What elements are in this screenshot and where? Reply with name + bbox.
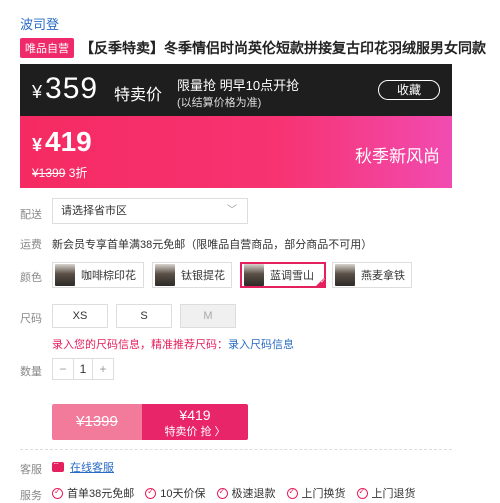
divider bbox=[20, 449, 452, 450]
selected-check-icon bbox=[314, 276, 326, 288]
quantity-plus-button[interactable]: + bbox=[93, 359, 113, 379]
online-service-link[interactable]: 在线客服 bbox=[70, 459, 114, 475]
current-price-banner: ¥419 ¥1399 3折 秋季新风尚 bbox=[20, 116, 452, 188]
service-item: 10天价保 bbox=[145, 485, 206, 501]
check-circle-icon bbox=[286, 487, 298, 499]
service-item: 极速退款 bbox=[216, 485, 276, 501]
size-option-disabled[interactable]: M bbox=[180, 304, 236, 328]
check-circle-icon bbox=[52, 487, 63, 499]
color-thumbnail bbox=[155, 264, 175, 286]
brand-name[interactable]: 波司登 bbox=[20, 14, 59, 33]
size-option[interactable]: XS bbox=[52, 304, 108, 328]
shipping-label: 运费 bbox=[20, 239, 42, 251]
customer-service-label: 客服 bbox=[20, 464, 42, 476]
quantity-stepper: − 1 + bbox=[52, 358, 114, 380]
flash-sale-price: ¥359 bbox=[32, 72, 99, 105]
color-thumbnail bbox=[55, 264, 75, 286]
check-circle-icon bbox=[216, 487, 228, 499]
service-item: 上门退货 bbox=[356, 485, 416, 501]
current-price: ¥419 bbox=[32, 126, 92, 157]
color-option[interactable]: 钛银提花 bbox=[152, 262, 232, 288]
favorite-button[interactable]: 收藏 bbox=[378, 80, 440, 100]
quantity-label: 数量 bbox=[20, 366, 42, 378]
check-circle-icon bbox=[145, 487, 157, 499]
color-option[interactable]: 咖啡棕印花 bbox=[52, 262, 144, 288]
color-label: 颜色 bbox=[20, 272, 42, 284]
original-price: ¥1399 3折 bbox=[32, 166, 88, 180]
quantity-value[interactable]: 1 bbox=[73, 359, 93, 379]
flash-sale-banner: ¥359 特卖价 限量抢 明早10点开抢 (以结算价格为准) 收藏 bbox=[20, 64, 452, 116]
flash-sale-tag: 特卖价 bbox=[114, 87, 163, 104]
online-service[interactable]: 在线客服 bbox=[52, 459, 114, 475]
enter-size-link[interactable]: 录入尺码信息 bbox=[228, 339, 294, 351]
buy-original-price[interactable]: ¥1399 bbox=[52, 404, 142, 440]
color-option-selected[interactable]: 蓝调雪山 bbox=[240, 262, 326, 288]
size-option[interactable]: S bbox=[116, 304, 172, 328]
flash-sale-note: (以结算价格为准) bbox=[177, 97, 262, 109]
season-slogan: 秋季新风尚 bbox=[355, 147, 440, 166]
color-option[interactable]: 燕麦拿铁 bbox=[332, 262, 412, 288]
region-select[interactable]: 请选择省市区 ﹀ bbox=[52, 198, 248, 224]
product-title-row: 唯品自营 【反季特卖】冬季情侣时尚英伦短款拼接复古印花羽绒服男女同款 bbox=[20, 38, 490, 58]
buy-now-button[interactable]: ¥419 特卖价 抢 〉 bbox=[142, 404, 248, 440]
service-item: 首单38元免邮 bbox=[52, 485, 134, 501]
quantity-minus-button[interactable]: − bbox=[53, 359, 73, 379]
check-circle-icon bbox=[356, 487, 368, 499]
service-item: 上门换货 bbox=[286, 485, 346, 501]
shipping-info: 新会员专享首单满38元免邮（限唯品自营商品，部分商品不可用） bbox=[52, 239, 373, 251]
product-title: 【反季特卖】冬季情侣时尚英伦短款拼接复古印花羽绒服男女同款 bbox=[80, 40, 486, 56]
chevron-down-icon: ﹀ bbox=[227, 205, 237, 216]
color-thumbnail bbox=[244, 264, 264, 286]
chat-icon bbox=[52, 459, 64, 472]
color-thumbnail bbox=[335, 264, 355, 286]
delivery-label: 配送 bbox=[20, 209, 42, 221]
size-label: 尺码 bbox=[20, 313, 42, 325]
services-label: 服务 bbox=[20, 490, 42, 502]
service-list: 首单38元免邮 10天价保 极速退款 上门换货 上门退货 bbox=[52, 485, 427, 501]
self-operated-badge: 唯品自营 bbox=[20, 38, 74, 58]
flash-sale-info: 限量抢 明早10点开抢 bbox=[177, 78, 300, 93]
size-hint: 录入您的尺码信息，精准推荐尺码：录入尺码信息 bbox=[52, 339, 294, 351]
